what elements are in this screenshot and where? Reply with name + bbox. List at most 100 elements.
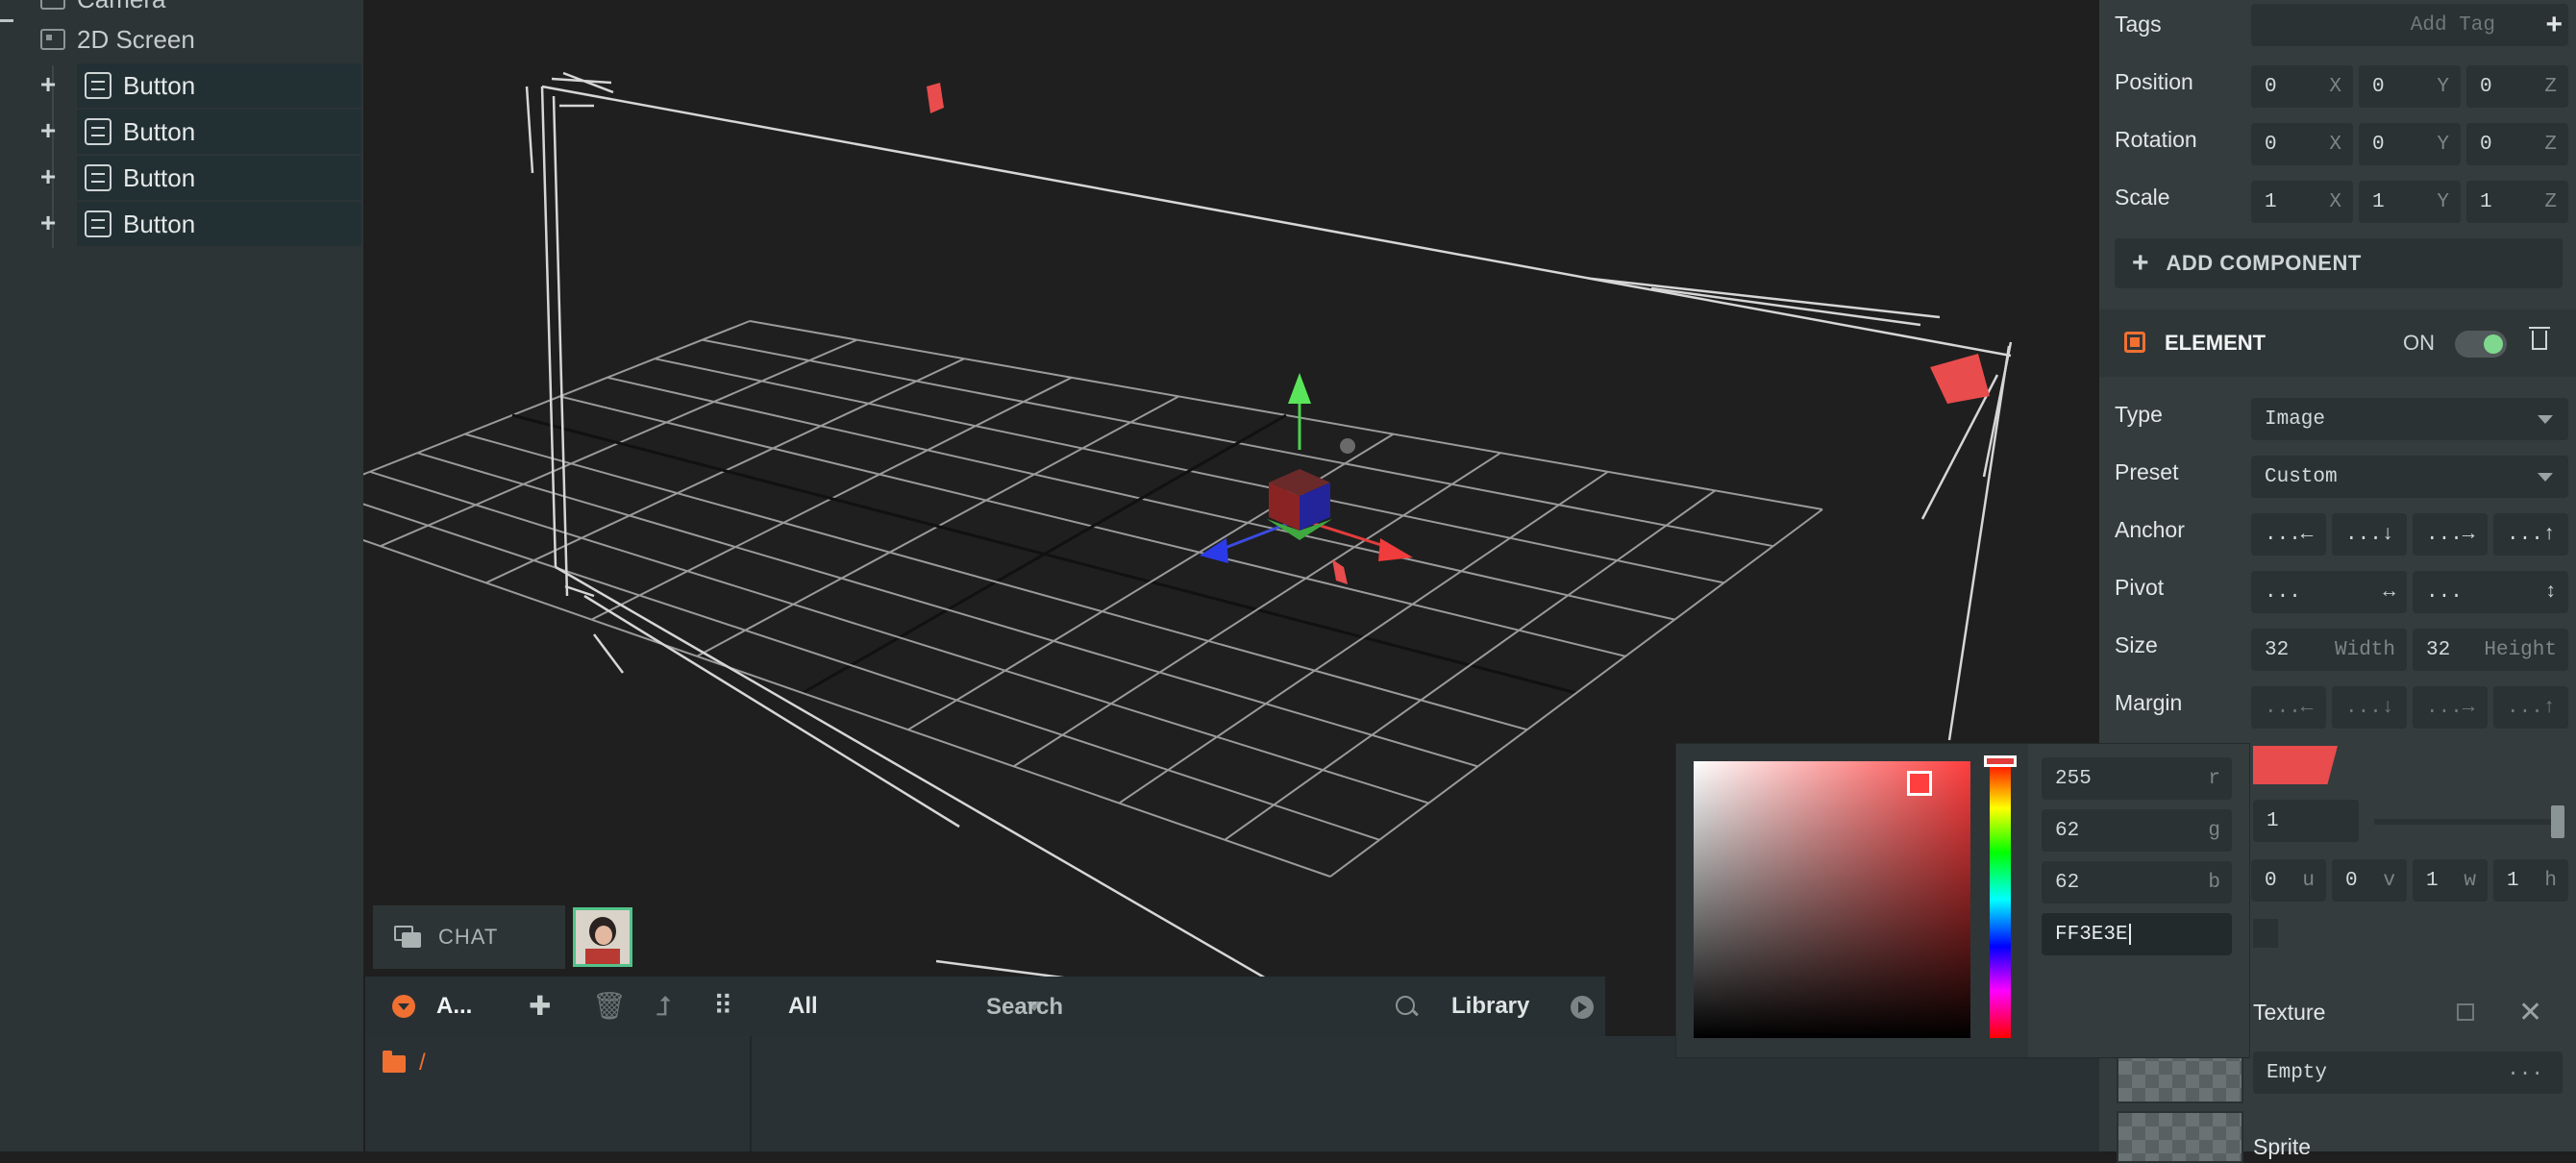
hierarchy-item-button[interactable]: + Button [40,202,361,246]
y-axis-arrow[interactable] [1288,373,1311,404]
folder-icon[interactable] [383,1051,406,1073]
expand-icon[interactable]: + [37,163,60,190]
margin-bottom-field[interactable]: ...↓ [2332,686,2407,729]
asset-filter-select[interactable]: All [788,977,818,1036]
field-value: 1 [2507,869,2519,892]
anchor-top-field[interactable]: ...↑ [2493,513,2568,556]
unit-label: u [2302,869,2315,892]
assets-title[interactable]: A... [436,977,472,1036]
checkbox[interactable] [2253,919,2278,948]
margin-left-field[interactable]: ...← [2251,686,2326,729]
margin-top-field[interactable]: ...↑ [2493,686,2568,729]
field-value: Empty [2266,1061,2328,1084]
anchor-bottom-field[interactable]: ...↓ [2332,513,2407,556]
pivot-y-field[interactable]: ... ↕ [2413,571,2568,613]
hierarchy-item-button[interactable]: + Button [40,110,361,154]
camera-gizmo-icon[interactable] [1340,438,1355,454]
red-channel-field[interactable]: 255 r [2042,757,2232,800]
edit-icon[interactable] [2457,1003,2474,1021]
field-value: 0 [2265,869,2277,892]
expand-icon[interactable]: + [37,117,60,144]
color-picker-popup[interactable]: 255 r 62 g 62 b FF3E3E [1676,744,2249,1057]
pivot-x-field[interactable]: ... ↔ [2251,571,2407,613]
assets-menu-icon[interactable] [392,995,415,1018]
size-width-field[interactable]: 32 Width [2251,629,2407,671]
chat-tab[interactable]: CHAT [373,905,565,969]
hex-color-input[interactable]: FF3E3E [2042,913,2232,955]
selection-corner-handles[interactable] [927,83,1990,584]
close-icon[interactable]: ✕ [2518,996,2542,1029]
sprite-thumbnail[interactable] [2117,1111,2243,1163]
position-y-field[interactable]: 0Y [2359,65,2461,108]
move-up-icon[interactable]: ⮥ [656,993,672,1020]
trash-icon[interactable] [2529,327,2550,350]
scale-x-field[interactable]: 1X [2251,181,2353,223]
hue-slider-handle[interactable] [1984,755,2017,767]
transform-gizmo[interactable] [1200,373,1413,563]
texture-asset-field[interactable]: Empty... [2253,1052,2563,1094]
opacity-slider-track[interactable] [2374,819,2559,825]
field-value: 32 [2426,638,2451,661]
rect-v-field[interactable]: 0v [2332,859,2407,902]
add-tag-icon[interactable]: + [2545,9,2563,41]
element-enabled-toggle[interactable] [2455,331,2507,358]
x-axis-arrow[interactable] [1378,538,1413,561]
position-z-field[interactable]: 0Z [2466,65,2568,108]
add-component-button[interactable]: + ADD COMPONENT [2115,238,2563,288]
hue-slider[interactable] [1990,761,2011,1038]
hierarchy-item-2d-screen[interactable]: 2D Screen [0,17,195,62]
scale-z-field[interactable]: 1Z [2466,181,2568,223]
channel-label: g [2208,819,2220,842]
more-icon[interactable]: ... [2507,1059,2543,1081]
axis-label: Y [2437,133,2449,156]
scale-y-field[interactable]: 1Y [2359,181,2461,223]
type-select[interactable]: Image [2251,398,2568,440]
element-component-header[interactable]: ELEMENT ON [2099,309,2576,377]
hierarchy-item-button[interactable]: + Button [40,156,361,200]
saturation-value-handle[interactable] [1907,771,1932,796]
corner-handle[interactable] [1332,559,1348,584]
expand-icon[interactable]: + [37,71,60,98]
search-icon[interactable] [1396,996,1415,1015]
rotation-y-field[interactable]: 0Y [2359,123,2461,165]
opacity-slider-handle[interactable] [2551,805,2564,838]
rotation-z-field[interactable]: 0Z [2466,123,2568,165]
plus-icon: + [2132,247,2149,279]
tags-input[interactable]: Add Tag + [2251,4,2568,46]
add-asset-icon[interactable]: ✚ [529,993,551,1020]
saturation-value-area[interactable] [1694,761,1970,1038]
anchor-right-field[interactable]: ...→ [2413,513,2488,556]
hierarchy-item-button[interactable]: + Button [40,63,361,108]
arrow-right-icon[interactable] [1571,996,1594,1019]
rect-w-field[interactable]: 1w [2413,859,2488,902]
chevron-down-icon [2538,415,2553,424]
axis-label: Z [2544,190,2557,213]
size-height-field[interactable]: 32 Height [2413,629,2568,671]
preset-select[interactable]: Custom [2251,456,2568,498]
library-button[interactable]: Library [1451,977,1529,1036]
avatar[interactable] [573,907,632,967]
anchor-left-field[interactable]: ...← [2251,513,2326,556]
rect-h-field[interactable]: 1h [2493,859,2568,902]
margin-right-field[interactable]: ...→ [2413,686,2488,729]
grid-view-icon[interactable]: ⠿ [713,993,733,1020]
rotation-x-field[interactable]: 0X [2251,123,2353,165]
field-value: ... [2426,581,2463,604]
field-value: 0 [2345,869,2358,892]
z-axis-arrow[interactable] [1200,538,1228,563]
opacity-field[interactable]: 1 [2253,800,2359,842]
green-channel-field[interactable]: 62 g [2042,809,2232,852]
element-color-swatch[interactable] [2253,746,2338,784]
grid-line [363,503,1380,841]
corner-handle[interactable] [927,83,944,113]
chat-label: CHAT [438,925,499,949]
field-value: ...→ [2426,696,2475,719]
expand-icon[interactable]: + [37,210,60,236]
position-x-field[interactable]: 0X [2251,65,2353,108]
blue-channel-field[interactable]: 62 b [2042,861,2232,903]
asset-root-path[interactable]: / [419,1050,426,1076]
trash-icon[interactable]: 🗑 [592,993,627,1020]
corner-handle[interactable] [1930,354,1990,404]
rect-u-field[interactable]: 0u [2251,859,2326,902]
asset-search-input[interactable] [984,986,1315,1028]
